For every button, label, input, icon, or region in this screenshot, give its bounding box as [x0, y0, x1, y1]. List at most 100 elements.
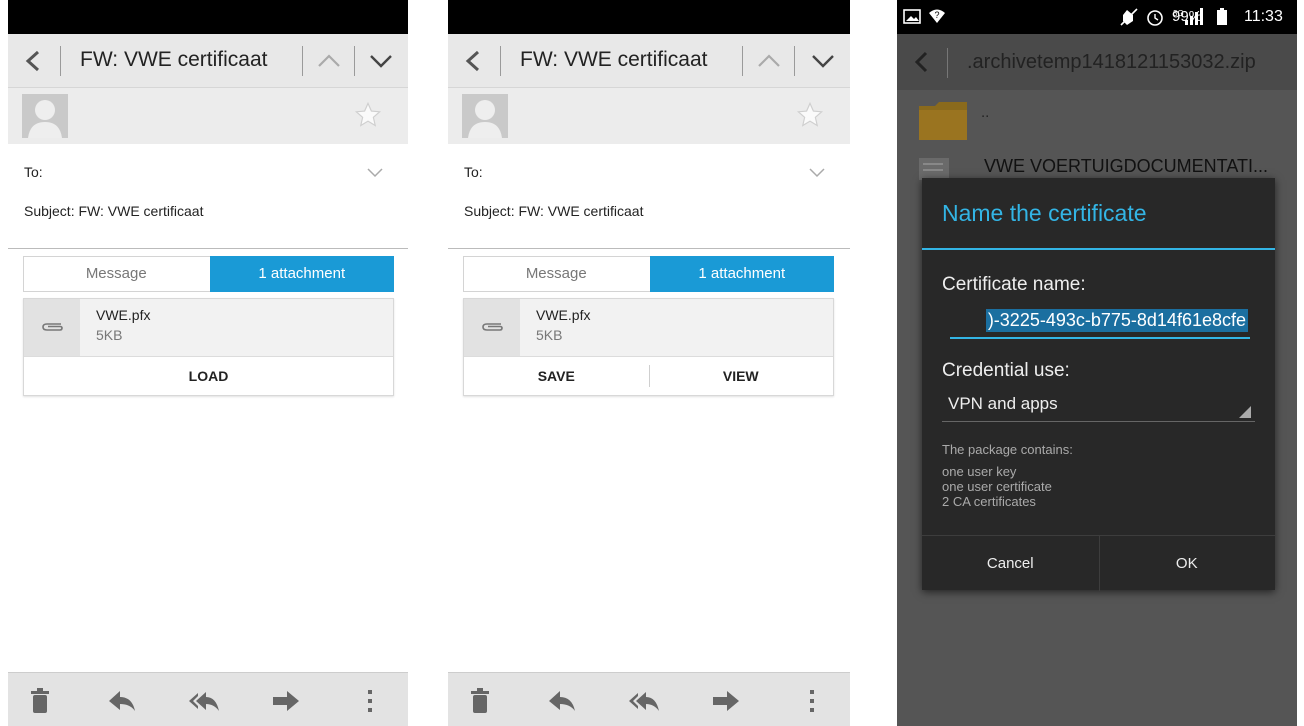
certificate-name-input[interactable]: )-3225-493c-b775-8d14f61e8cfe [950, 305, 1250, 339]
archive-title: .archivetemp1418121153032.zip [967, 51, 1256, 73]
divider [947, 48, 948, 78]
reply-icon[interactable] [546, 685, 578, 717]
divider [922, 248, 1275, 250]
status-bar: ? 3G 99% 11:33 [897, 0, 1297, 34]
divider [302, 46, 303, 76]
to-label: To: [24, 164, 43, 180]
divider [500, 46, 501, 76]
tab-attachments[interactable]: 1 attachment [649, 256, 834, 292]
view-button[interactable]: VIEW [649, 357, 834, 396]
email-screen-save-view: FW: VWE certificaat To: Subject: FW: VWE… [448, 0, 850, 726]
divider [8, 248, 408, 249]
certificate-name-value: )-3225-493c-b775-8d14f61e8cfe [985, 309, 1248, 332]
forward-icon[interactable] [270, 685, 302, 717]
wifi-question-icon: ? [929, 9, 945, 23]
clock: 11:33 [1244, 8, 1283, 25]
battery-percentage: 99% [1172, 8, 1203, 25]
back-chevron-icon[interactable] [911, 51, 933, 73]
credential-use-select[interactable]: VPN and apps [942, 390, 1255, 422]
attachment-icon-box [24, 299, 80, 356]
status-bar [448, 0, 850, 34]
divider [60, 46, 61, 76]
contact-avatar-icon [28, 100, 62, 138]
avatar[interactable] [22, 94, 68, 138]
tab-message[interactable]: Message [464, 257, 649, 291]
paperclip-icon [482, 323, 503, 331]
attachment-info[interactable]: VWE.pfx 5KB [24, 299, 393, 357]
attachment-size: 5KB [96, 327, 123, 343]
attachment-icon-box [464, 299, 520, 356]
credential-use-value: VPN and apps [948, 394, 1058, 413]
load-button[interactable]: LOAD [24, 357, 393, 396]
previous-email-icon[interactable] [756, 48, 782, 74]
image-notification-icon [903, 9, 921, 24]
expand-recipients-icon[interactable] [366, 165, 384, 179]
back-chevron-icon[interactable] [462, 49, 486, 73]
package-item: one user key [942, 464, 1017, 479]
attachment-name: VWE.pfx [536, 307, 591, 323]
trash-icon[interactable] [464, 685, 496, 717]
overflow-menu-icon[interactable] [796, 685, 828, 717]
back-chevron-icon[interactable] [22, 49, 46, 73]
dialog-title: Name the certificate [942, 200, 1147, 226]
package-contents: one user key one user certificate 2 CA c… [942, 464, 1052, 509]
status-bar [8, 0, 408, 34]
attachment-card: VWE.pfx 5KB LOAD [23, 298, 394, 396]
package-item: 2 CA certificates [942, 494, 1036, 509]
divider [742, 46, 743, 76]
attachment-card: VWE.pfx 5KB SAVE VIEW [463, 298, 834, 396]
alarm-icon [1147, 10, 1163, 26]
ok-button[interactable]: OK [1099, 536, 1276, 591]
certificate-name-label: Certificate name: [942, 274, 1086, 295]
battery-icon [1217, 8, 1227, 25]
reply-all-icon[interactable] [628, 685, 660, 717]
cancel-button[interactable]: Cancel [922, 536, 1099, 591]
email-screen-load: FW: VWE certificaat To: Subject: FW: VWE… [8, 0, 408, 726]
dropdown-triangle-icon [1239, 406, 1251, 418]
attachment-name: VWE.pfx [96, 307, 151, 323]
folder-icon[interactable] [919, 100, 967, 140]
bottom-action-bar [8, 672, 408, 726]
reply-icon[interactable] [106, 685, 138, 717]
avatar[interactable] [462, 94, 508, 138]
file-entry[interactable]: VWE VOERTUIGDOCUMENTATI... [984, 156, 1268, 177]
subject-line: Subject: FW: VWE certificaat [24, 203, 204, 219]
trash-icon[interactable] [24, 685, 56, 717]
divider [354, 46, 355, 76]
file-manager-header: .archivetemp1418121153032.zip [897, 34, 1297, 90]
save-button[interactable]: SAVE [464, 357, 649, 396]
package-item: one user certificate [942, 479, 1052, 494]
tab-message[interactable]: Message [24, 257, 209, 291]
message-tabs: Message 1 attachment [463, 256, 834, 292]
overflow-menu-icon[interactable] [354, 685, 386, 717]
star-icon[interactable] [354, 101, 382, 129]
bottom-action-bar [448, 672, 850, 726]
sender-bar [8, 88, 408, 144]
certificate-dialog-screen: ? 3G 99% 11:33 .archivetemp1418121153032… [897, 0, 1297, 726]
to-label: To: [464, 164, 483, 180]
parent-directory-entry[interactable]: .. [981, 104, 989, 121]
package-heading: The package contains: [942, 442, 1073, 457]
email-title: FW: VWE certificaat [80, 48, 268, 71]
divider [448, 248, 850, 249]
tab-attachments[interactable]: 1 attachment [209, 256, 394, 292]
message-tabs: Message 1 attachment [23, 256, 394, 292]
forward-icon[interactable] [710, 685, 742, 717]
paperclip-icon [42, 323, 63, 331]
mute-icon [1120, 8, 1138, 26]
attachment-info[interactable]: VWE.pfx 5KB [464, 299, 833, 357]
svg-text:?: ? [934, 10, 939, 20]
reply-all-icon[interactable] [188, 685, 220, 717]
next-email-icon[interactable] [810, 48, 836, 74]
expand-recipients-icon[interactable] [808, 165, 826, 179]
next-email-icon[interactable] [368, 48, 394, 74]
previous-email-icon[interactable] [316, 48, 342, 74]
email-title: FW: VWE certificaat [520, 48, 708, 71]
email-header: FW: VWE certificaat [8, 34, 408, 88]
dialog-buttons: Cancel OK [922, 535, 1276, 591]
subject-line: Subject: FW: VWE certificaat [464, 203, 644, 219]
name-certificate-dialog: Name the certificate Certificate name: )… [922, 178, 1276, 591]
star-icon[interactable] [796, 101, 824, 129]
credential-use-label: Credential use: [942, 360, 1070, 381]
document-icon [919, 158, 949, 180]
